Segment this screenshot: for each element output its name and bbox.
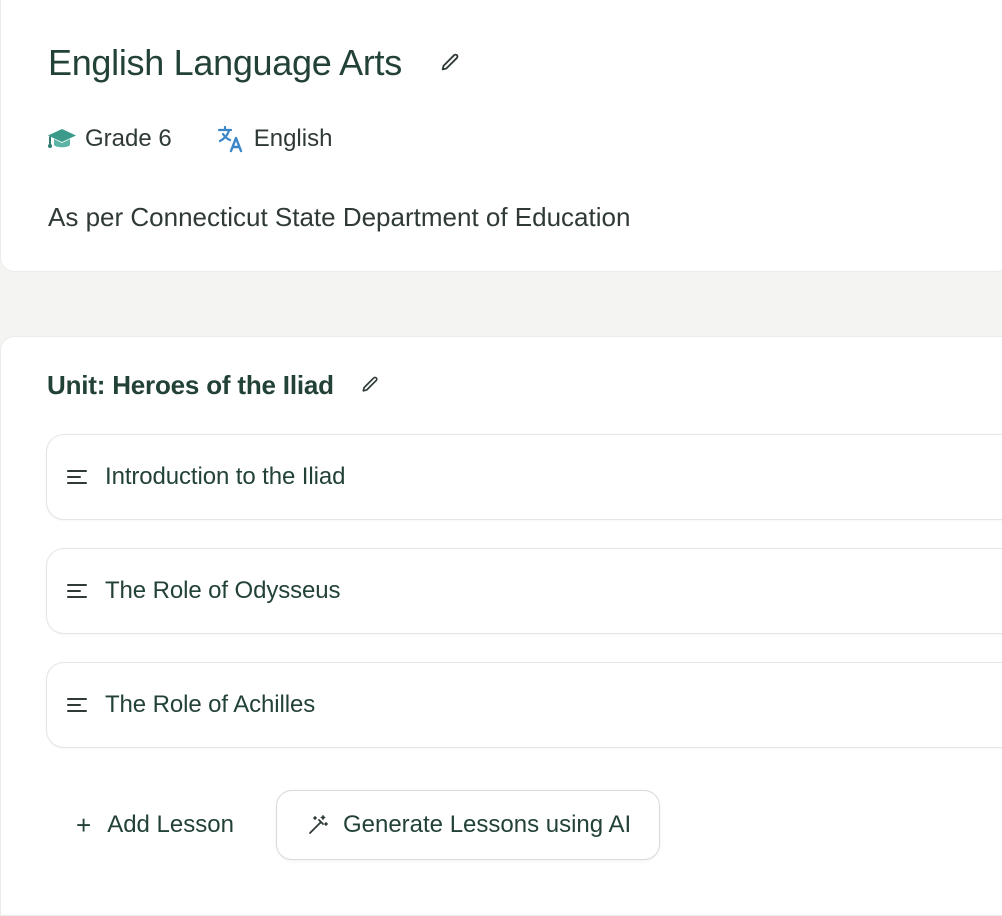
language-tag: English [216,124,333,154]
lesson-title: The Role of Odysseus [105,577,341,604]
lesson-title: The Role of Achilles [105,691,316,718]
course-title: English Language Arts [48,42,402,83]
language-label: English [253,125,333,152]
graduation-cap-icon [47,124,77,154]
generate-lessons-label: Generate Lessons using AI [342,811,632,838]
add-lesson-label: Add Lesson [107,811,234,838]
grade-label: Grade 6 [85,125,172,152]
course-meta: Grade 6 English [47,124,332,154]
plus-icon: + [76,810,92,840]
pencil-icon [362,376,378,392]
lesson-actions: + Add Lesson Generate Lessons using AI [62,790,661,860]
grade-tag: Grade 6 [47,124,172,154]
lesson-title: Introduction to the Iliad [105,463,346,490]
course-header: English Language Arts [48,40,464,86]
unit-header: Unit: Heroes of the Iliad [47,368,384,402]
lines-icon [65,579,89,603]
translate-icon [216,124,246,154]
pencil-icon [441,53,459,71]
magic-wand-icon [305,812,331,838]
lesson-item[interactable]: Introduction to the Iliad [46,434,1002,520]
edit-unit-button[interactable] [356,371,384,399]
unit-title: Unit: Heroes of the Iliad [47,370,334,400]
edit-course-button[interactable] [436,49,464,77]
lesson-item[interactable]: The Role of Achilles [46,662,1002,748]
course-description: As per Connecticut State Department of E… [48,202,631,232]
generate-lessons-button[interactable]: Generate Lessons using AI [275,790,661,860]
lines-icon [65,693,89,717]
lines-icon [65,465,89,489]
add-lesson-button[interactable]: + Add Lesson [62,791,248,859]
lesson-item[interactable]: The Role of Odysseus [46,548,1002,634]
